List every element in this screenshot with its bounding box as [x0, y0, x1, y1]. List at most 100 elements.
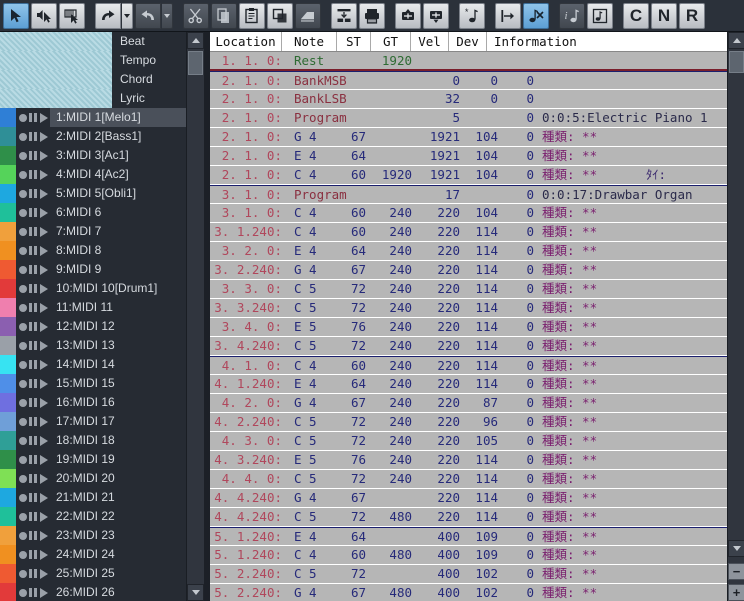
- record-icon[interactable]: [19, 551, 27, 559]
- mute-icon[interactable]: [29, 493, 38, 502]
- track-row[interactable]: 20:MIDI 20: [0, 469, 186, 488]
- play-icon[interactable]: [40, 569, 48, 579]
- align-button[interactable]: [331, 3, 357, 29]
- mute-icon[interactable]: [29, 512, 38, 521]
- track-row[interactable]: 18:MIDI 18: [0, 431, 186, 450]
- event-list-scrollbar[interactable]: − +: [727, 32, 744, 601]
- event-row[interactable]: 5. 1.240:E 4644001090種類: **: [210, 527, 727, 546]
- cut-button[interactable]: [183, 3, 209, 29]
- record-icon[interactable]: [19, 228, 27, 236]
- record-icon[interactable]: [19, 494, 27, 502]
- mute-icon[interactable]: [29, 474, 38, 483]
- event-row[interactable]: 3. 1. 0:Program1700:0:17:Drawbar Organ: [210, 185, 727, 204]
- play-icon[interactable]: [40, 341, 48, 351]
- record-icon[interactable]: [19, 418, 27, 426]
- goto-start-button[interactable]: [495, 3, 521, 29]
- event-row[interactable]: 3. 4.240:C 5722402201140種類: **: [210, 337, 727, 356]
- play-icon[interactable]: [40, 417, 48, 427]
- record-icon[interactable]: [19, 361, 27, 369]
- track-color-swatch[interactable]: [0, 488, 16, 507]
- track-row[interactable]: 7:MIDI 7: [0, 222, 186, 241]
- event-list-panel[interactable]: LocationNoteSTGTVelDevInformation 1. 1. …: [210, 32, 727, 601]
- track-color-swatch[interactable]: [0, 374, 16, 393]
- event-row[interactable]: 2. 1. 0:C 460192019211040種類: **ﾀｲ:: [210, 166, 727, 185]
- track-color-swatch[interactable]: [0, 450, 16, 469]
- event-row[interactable]: 3. 3.240:C 5722402201140種類: **: [210, 299, 727, 318]
- track-color-swatch[interactable]: [0, 184, 16, 203]
- track-row[interactable]: 24:MIDI 24: [0, 545, 186, 564]
- play-icon[interactable]: [40, 303, 48, 313]
- play-icon[interactable]: [40, 170, 48, 180]
- paste-button[interactable]: [239, 3, 265, 29]
- mute-icon[interactable]: [29, 569, 38, 578]
- track-row[interactable]: 4:MIDI 4[Ac2]: [0, 165, 186, 184]
- record-icon[interactable]: [19, 532, 27, 540]
- play-icon[interactable]: [40, 531, 48, 541]
- event-row[interactable]: 3. 4. 0:E 5762402201140種類: **: [210, 318, 727, 337]
- track-row[interactable]: 17:MIDI 17: [0, 412, 186, 431]
- mute-icon[interactable]: [29, 208, 38, 217]
- track-row-meta[interactable]: Tempo: [0, 51, 186, 70]
- event-row[interactable]: 3. 1.240:C 4602402201140種類: **: [210, 223, 727, 242]
- undo-button[interactable]: [95, 3, 121, 29]
- mute-icon[interactable]: [29, 303, 38, 312]
- track-row[interactable]: 26:MIDI 26: [0, 583, 186, 601]
- track-color-swatch[interactable]: [0, 279, 16, 298]
- record-icon[interactable]: [19, 247, 27, 255]
- track-scroll-thumb[interactable]: [188, 51, 203, 75]
- track-row[interactable]: 22:MIDI 22: [0, 507, 186, 526]
- track-color-swatch[interactable]: [0, 545, 16, 564]
- mute-icon[interactable]: [29, 322, 38, 331]
- play-icon[interactable]: [40, 474, 48, 484]
- track-color-swatch[interactable]: [0, 317, 16, 336]
- play-icon[interactable]: [40, 379, 48, 389]
- play-icon[interactable]: [40, 455, 48, 465]
- track-color-swatch[interactable]: [0, 146, 16, 165]
- track-row[interactable]: 23:MIDI 23: [0, 526, 186, 545]
- track-row[interactable]: 1:MIDI 1[Melo1]: [0, 108, 186, 127]
- track-color-swatch[interactable]: [0, 241, 16, 260]
- record-icon[interactable]: [19, 456, 27, 464]
- event-row[interactable]: 4. 3. 0:C 5722402201050種類: **: [210, 432, 727, 451]
- play-icon[interactable]: [40, 227, 48, 237]
- record-icon[interactable]: [19, 570, 27, 578]
- mute-icon[interactable]: [29, 398, 38, 407]
- mute-icon[interactable]: [29, 379, 38, 388]
- record-icon[interactable]: [19, 589, 27, 597]
- rest-button[interactable]: R: [679, 3, 705, 29]
- note-name-button[interactable]: N: [651, 3, 677, 29]
- mute-icon[interactable]: [29, 550, 38, 559]
- mute-icon[interactable]: [29, 360, 38, 369]
- play-icon[interactable]: [40, 189, 48, 199]
- play-icon[interactable]: [40, 398, 48, 408]
- track-row[interactable]: 10:MIDI 10[Drum1]: [0, 279, 186, 298]
- chord-button[interactable]: C: [623, 3, 649, 29]
- info-note-button[interactable]: i: [559, 3, 585, 29]
- zoom-in-button[interactable]: +: [728, 584, 744, 601]
- mute-icon[interactable]: [29, 265, 38, 274]
- mute-icon[interactable]: [29, 284, 38, 293]
- event-row[interactable]: 4. 2.240:C 572240220960種類: **: [210, 413, 727, 432]
- record-icon[interactable]: [19, 152, 27, 160]
- play-icon[interactable]: [40, 151, 48, 161]
- track-color-swatch[interactable]: [0, 564, 16, 583]
- play-icon[interactable]: [40, 132, 48, 142]
- copy-button[interactable]: [211, 3, 237, 29]
- event-row[interactable]: 2. 1. 0:BankLSB3200: [210, 90, 727, 109]
- duplicate-button[interactable]: [267, 3, 293, 29]
- track-color-swatch[interactable]: [0, 108, 16, 127]
- play-icon[interactable]: [40, 512, 48, 522]
- event-row[interactable]: 5. 2.240:G 4674804001020種類: **: [210, 584, 727, 601]
- track-scroll-up-button[interactable]: [187, 32, 204, 49]
- insert-measure-button[interactable]: [395, 3, 421, 29]
- record-icon[interactable]: [19, 323, 27, 331]
- event-row[interactable]: 2. 1. 0:G 46719211040種類: **: [210, 128, 727, 147]
- track-row[interactable]: 21:MIDI 21: [0, 488, 186, 507]
- column-header-dev[interactable]: Dev: [449, 32, 487, 51]
- track-color-swatch[interactable]: [0, 127, 16, 146]
- track-color-swatch[interactable]: [0, 203, 16, 222]
- event-row[interactable]: 2. 1. 0:BankMSB000: [210, 71, 727, 90]
- play-icon[interactable]: [40, 436, 48, 446]
- track-color-swatch[interactable]: [0, 393, 16, 412]
- record-icon[interactable]: [19, 513, 27, 521]
